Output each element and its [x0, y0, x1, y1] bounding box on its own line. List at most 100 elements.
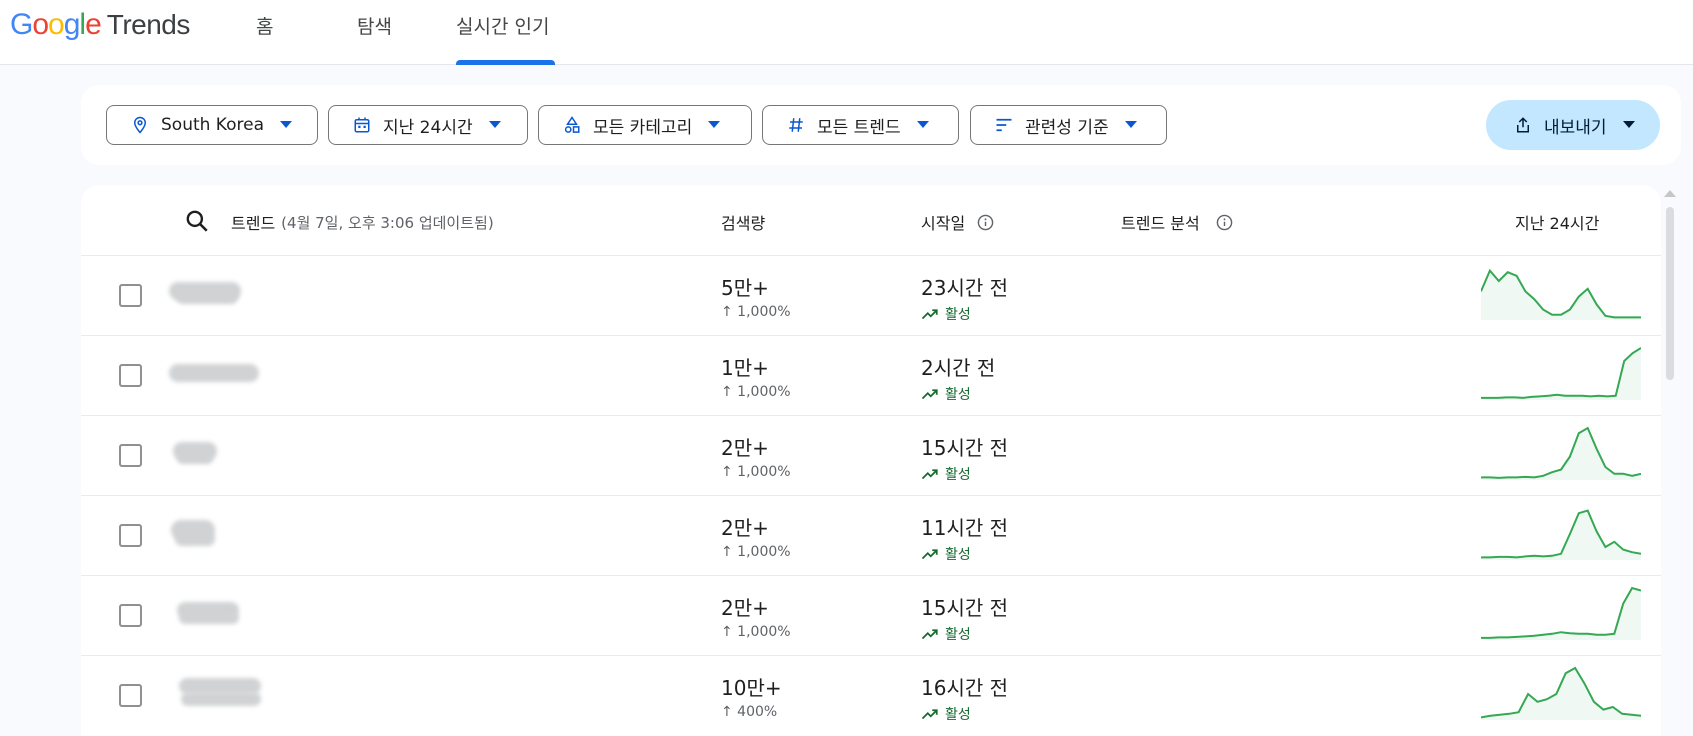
row-checkbox[interactable]	[119, 444, 142, 467]
search-volume: 2만+	[721, 596, 769, 620]
category-shapes-icon	[564, 116, 580, 133]
calendar-icon	[354, 117, 370, 133]
active-tab-indicator	[456, 60, 555, 65]
volume-change: ↑ 1,000%	[721, 304, 791, 320]
table-row[interactable]: 1만+ ↑ 1,000% 2시간 전 활성	[81, 335, 1661, 415]
location-filter[interactable]: South Korea	[106, 105, 318, 145]
top-header: Google Trends 홈 탐색 실시간 인기	[0, 0, 1693, 65]
category-filter[interactable]: 모든 카테고리	[538, 105, 752, 145]
sparkline-chart[interactable]	[1481, 342, 1641, 408]
period-filter-label: 지난 24시간	[383, 117, 473, 138]
scrollbar-thumb[interactable]	[1666, 207, 1674, 380]
hashtag-icon	[789, 118, 803, 132]
column-analysis-label: 트렌드 분석	[1121, 214, 1200, 233]
tab-explore[interactable]: 탐색	[357, 0, 392, 65]
logo-letter: o	[48, 8, 65, 41]
sparkline-chart[interactable]	[1481, 662, 1641, 728]
category-filter-label: 모든 카테고리	[593, 117, 693, 138]
redacted-trend-name	[169, 364, 259, 382]
scroll-up-arrow-icon[interactable]	[1664, 190, 1676, 197]
sort-icon	[996, 118, 1012, 132]
status-label: 활성	[945, 467, 971, 483]
status-label: 활성	[945, 547, 971, 563]
trending-up-icon	[921, 309, 938, 320]
sparkline-chart[interactable]	[1481, 422, 1641, 488]
redacted-trend-name	[176, 290, 238, 304]
started-time: 2시간 전	[921, 356, 996, 380]
table-row[interactable]: 2만+ ↑ 1,000% 15시간 전 활성	[81, 575, 1661, 655]
search-icon[interactable]	[184, 208, 210, 234]
trending-up-icon	[921, 549, 938, 560]
sparkline-line	[1481, 426, 1641, 479]
table-row[interactable]: 2만+ ↑ 1,000% 11시간 전 활성	[81, 495, 1661, 575]
volume-change: ↑ 400%	[721, 704, 778, 720]
export-button-label: 내보내기	[1544, 117, 1607, 138]
sort-filter[interactable]: 관련성 기준	[970, 105, 1167, 145]
column-volume-label: 검색량	[721, 214, 766, 233]
trend-type-filter[interactable]: 모든 트렌드	[762, 105, 959, 145]
started-time: 23시간 전	[921, 276, 1009, 300]
last-updated-text: (4월 7일, 오후 3:06 업데이트됨)	[281, 213, 494, 232]
sparkline-area	[1481, 270, 1641, 320]
redacted-trend-name	[175, 532, 215, 546]
period-filter[interactable]: 지난 24시간	[328, 105, 528, 145]
logo-letter: G	[10, 8, 33, 41]
tab-trending-now[interactable]: 실시간 인기	[456, 0, 549, 65]
column-started-label: 시작일	[921, 214, 966, 233]
chevron-down-icon	[708, 121, 721, 128]
started-time: 11시간 전	[921, 516, 1009, 540]
share-upload-icon	[1517, 117, 1529, 133]
chevron-down-icon	[1124, 121, 1137, 128]
export-button[interactable]: 내보내기	[1486, 100, 1660, 150]
sparkline-chart[interactable]	[1481, 262, 1641, 328]
sort-filter-label: 관련성 기준	[1025, 117, 1109, 138]
filter-bar: South Korea 지난 24시간 모든 카테고리 모든 트렌드 관련성 기…	[81, 85, 1681, 165]
status-badge: 활성	[921, 704, 971, 724]
logo-trends-text: Trends	[106, 9, 191, 40]
search-volume: 5만+	[721, 276, 769, 300]
logo-letter: e	[85, 8, 102, 41]
table-row[interactable]: 5만+ ↑ 1,000% 23시간 전 활성	[81, 255, 1661, 335]
location-pin-icon	[133, 116, 147, 134]
column-chart-header: 지난 24시간	[1515, 210, 1599, 234]
status-badge: 활성	[921, 384, 971, 404]
trend-type-filter-label: 모든 트렌드	[817, 117, 901, 138]
volume-change: ↑ 1,000%	[721, 544, 791, 560]
column-trend-label: 트렌드	[231, 214, 276, 233]
started-time: 15시간 전	[921, 596, 1009, 620]
status-label: 활성	[945, 707, 971, 723]
redacted-trend-name	[181, 692, 261, 706]
chevron-down-icon	[488, 121, 501, 128]
sparkline-chart[interactable]	[1481, 502, 1641, 568]
row-checkbox[interactable]	[119, 284, 142, 307]
volume-change: ↑ 1,000%	[721, 624, 791, 640]
redacted-trend-name	[177, 452, 213, 464]
info-icon[interactable]	[977, 214, 994, 231]
tab-home[interactable]: 홈	[256, 0, 273, 65]
table-row[interactable]: 10만+ ↑ 400% 16시간 전 활성	[81, 655, 1661, 735]
sparkline-chart[interactable]	[1481, 582, 1641, 648]
table-row[interactable]: 2만+ ↑ 1,000% 15시간 전 활성	[81, 415, 1661, 495]
column-chart-label: 지난 24시간	[1515, 214, 1600, 233]
google-trends-logo[interactable]: Google Trends	[10, 8, 190, 44]
row-checkbox[interactable]	[119, 684, 142, 707]
column-volume-header[interactable]: 검색량	[721, 210, 765, 234]
trending-up-icon	[921, 389, 938, 400]
location-filter-label: South Korea	[161, 115, 265, 135]
status-badge: 활성	[921, 304, 971, 324]
status-badge: 활성	[921, 624, 971, 644]
row-checkbox[interactable]	[119, 604, 142, 627]
chevron-down-icon	[280, 121, 293, 128]
status-label: 활성	[945, 627, 971, 643]
chevron-down-icon	[1622, 121, 1635, 128]
info-icon[interactable]	[1216, 214, 1233, 231]
column-started-header[interactable]: 시작일	[921, 210, 994, 234]
logo-letter: o	[32, 8, 49, 41]
row-checkbox[interactable]	[119, 524, 142, 547]
logo-google-text: Google	[10, 8, 102, 42]
column-analysis-header: 트렌드 분석	[1121, 210, 1233, 234]
search-volume: 10만+	[721, 676, 782, 700]
row-checkbox[interactable]	[119, 364, 142, 387]
trending-up-icon	[921, 629, 938, 640]
trends-table: 트렌드 (4월 7일, 오후 3:06 업데이트됨) 검색량 시작일 트렌드 분…	[81, 185, 1661, 736]
